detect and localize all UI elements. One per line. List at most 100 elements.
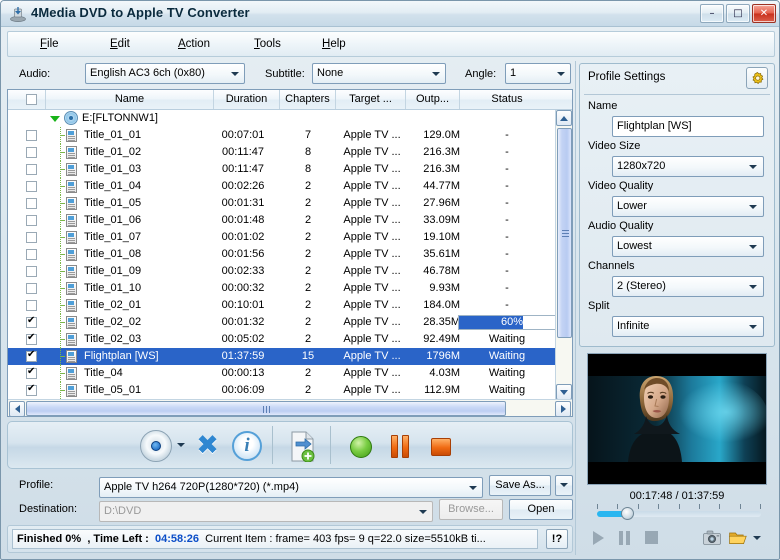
scroll-down-button[interactable] xyxy=(556,384,572,400)
start-button[interactable] xyxy=(350,436,372,458)
menu-item-file[interactable]: File xyxy=(34,37,65,51)
table-row[interactable]: Title_01_04 00:02:26 2 Apple TV ... 44.77M - xyxy=(8,178,555,195)
vertical-scrollbar[interactable] xyxy=(555,110,572,400)
destination-select[interactable]: D:\DVD xyxy=(99,501,433,522)
video-preview[interactable] xyxy=(587,353,767,485)
seek-slider[interactable] xyxy=(597,507,761,520)
row-checkbox[interactable] xyxy=(26,198,37,209)
table-row[interactable]: Title_01_07 00:01:02 2 Apple TV ... 19.10M - xyxy=(8,229,555,246)
maximize-button[interactable]: □ xyxy=(726,4,750,23)
row-checkbox[interactable] xyxy=(26,130,37,141)
seek-tick xyxy=(679,504,680,509)
open-folder-button[interactable] xyxy=(729,530,747,545)
row-checkbox[interactable] xyxy=(26,332,37,345)
row-checkbox[interactable] xyxy=(26,383,37,396)
horizontal-scrollbar[interactable] xyxy=(8,399,572,417)
profile-settings-gear-button[interactable] xyxy=(746,67,768,89)
chevron-down-icon xyxy=(745,238,761,255)
column-header-outp[interactable]: Outp... xyxy=(406,90,460,109)
menu-item-edit[interactable]: Edit xyxy=(104,37,136,51)
minimize-button[interactable]: – xyxy=(700,4,724,23)
browse-button[interactable]: Browse... xyxy=(439,499,503,520)
angle-select[interactable]: 1 xyxy=(505,63,571,84)
preview-stop-button[interactable] xyxy=(645,531,658,544)
chevron-down-icon xyxy=(745,158,761,175)
close-button[interactable]: ✕ xyxy=(752,4,776,23)
file-list[interactable]: Name Duration Chapters Target ... Outp... Sta… xyxy=(7,89,573,417)
seek-handle[interactable] xyxy=(620,507,634,520)
add-file-button[interactable] xyxy=(290,431,316,462)
help-button[interactable]: !? xyxy=(546,529,568,549)
horizontal-scroll-thumb[interactable] xyxy=(26,401,506,416)
save-as-button[interactable]: Save As... xyxy=(489,475,551,496)
field-video-quality[interactable]: Lower xyxy=(612,196,764,217)
info-button[interactable]: i xyxy=(232,431,262,461)
column-header-name[interactable]: Name xyxy=(46,90,214,109)
field-channels[interactable]: 2 (Stereo) xyxy=(612,276,764,297)
table-row[interactable]: Title_02_03 00:05:02 2 Apple TV ... 92.49M Wa… xyxy=(8,331,555,348)
column-header-target[interactable]: Target ... xyxy=(336,90,406,109)
subtitle-select[interactable]: None xyxy=(312,63,446,84)
table-row[interactable]: Title_02_02 00:01:32 2 Apple TV ... 28.35M 60… xyxy=(8,314,555,331)
expand-collapse-icon[interactable] xyxy=(50,116,60,122)
load-dvd-button[interactable] xyxy=(140,430,172,462)
table-row[interactable]: Title_01_01 00:07:01 7 Apple TV ... 129.0M - xyxy=(8,127,555,144)
list-root-item[interactable]: E:[FLTONNW1] xyxy=(8,110,555,127)
column-header-check[interactable] xyxy=(8,90,46,109)
field-video-size[interactable]: 1280x720 xyxy=(612,156,764,177)
load-dvd-dropdown-icon[interactable] xyxy=(177,443,185,447)
table-row[interactable]: Title_01_03 00:11:47 8 Apple TV ... 216.3M - xyxy=(8,161,555,178)
snapshot-button[interactable] xyxy=(703,530,721,545)
preview-controls xyxy=(587,525,773,551)
menu-item-action[interactable]: Action xyxy=(172,37,216,51)
table-row[interactable]: Title_02_01 00:10:01 2 Apple TV ... 184.0M - xyxy=(8,297,555,314)
row-checkbox[interactable] xyxy=(26,300,37,311)
row-checkbox[interactable] xyxy=(26,215,37,226)
row-checkbox[interactable] xyxy=(26,283,37,294)
open-button[interactable]: Open xyxy=(509,499,573,520)
column-header-chapters[interactable]: Chapters xyxy=(280,90,336,109)
folder-dropdown-icon[interactable] xyxy=(753,536,761,540)
row-checkbox[interactable] xyxy=(26,181,37,192)
table-row[interactable]: Title_04 00:00:13 2 Apple TV ... 4.03M Waitin… xyxy=(8,365,555,382)
row-checkbox[interactable] xyxy=(26,366,37,379)
row-checkbox[interactable] xyxy=(26,147,37,158)
field-split[interactable]: Infinite xyxy=(612,316,764,337)
field-name[interactable]: Flightplan [WS] xyxy=(612,116,764,137)
status-finished: Finished 0% xyxy=(17,533,82,545)
scroll-left-button[interactable] xyxy=(9,401,25,417)
audio-select[interactable]: English AC3 6ch (0x80) xyxy=(85,63,245,84)
table-row[interactable]: Title_01_02 00:11:47 8 Apple TV ... 216.3M - xyxy=(8,144,555,161)
menu-item-help[interactable]: Help xyxy=(316,37,352,51)
menu-item-tools[interactable]: Tools xyxy=(248,37,287,51)
preview-pause-button[interactable] xyxy=(619,531,630,545)
cell-status: - xyxy=(505,214,509,226)
row-checkbox[interactable] xyxy=(26,349,37,362)
vertical-scroll-thumb[interactable] xyxy=(557,128,572,338)
table-row[interactable]: Title_01_08 00:01:56 2 Apple TV ... 35.61M - xyxy=(8,246,555,263)
column-header-duration[interactable]: Duration xyxy=(214,90,280,109)
field-audio-quality[interactable]: Lowest xyxy=(612,236,764,257)
row-checkbox[interactable] xyxy=(26,249,37,260)
play-button[interactable] xyxy=(593,531,604,545)
pause-button[interactable] xyxy=(391,435,409,458)
row-checkbox[interactable] xyxy=(26,164,37,175)
table-row[interactable]: Title_01_06 00:01:48 2 Apple TV ... 33.09M - xyxy=(8,212,555,229)
table-row[interactable]: Title_01_10 00:00:32 2 Apple TV ... 9.93M - xyxy=(8,280,555,297)
row-checkbox[interactable] xyxy=(26,315,37,328)
scroll-up-button[interactable] xyxy=(556,110,572,126)
table-row[interactable]: Flightplan [WS] 01:37:59 15 Apple TV ... 179… xyxy=(8,348,555,365)
column-header-status[interactable]: Status xyxy=(460,90,554,109)
save-as-dropdown-button[interactable] xyxy=(555,475,573,496)
table-row[interactable]: Title_01_05 00:01:31 2 Apple TV ... 27.96M - xyxy=(8,195,555,212)
table-row[interactable]: Title_01_09 00:02:33 2 Apple TV ... 46.78M - xyxy=(8,263,555,280)
scroll-right-button[interactable] xyxy=(555,401,571,417)
remove-button[interactable]: ✖ xyxy=(194,432,221,459)
profile-select[interactable]: Apple TV h264 720P(1280*720) (*.mp4) xyxy=(99,477,483,498)
field-label-audio-quality: Audio Quality xyxy=(588,220,654,232)
stop-button[interactable] xyxy=(431,438,451,456)
tree-tick xyxy=(61,237,65,238)
row-checkbox[interactable] xyxy=(26,232,37,243)
table-row[interactable]: Title_05_01 00:06:09 2 Apple TV ... 112.9M Wa… xyxy=(8,382,555,399)
row-checkbox[interactable] xyxy=(26,266,37,277)
